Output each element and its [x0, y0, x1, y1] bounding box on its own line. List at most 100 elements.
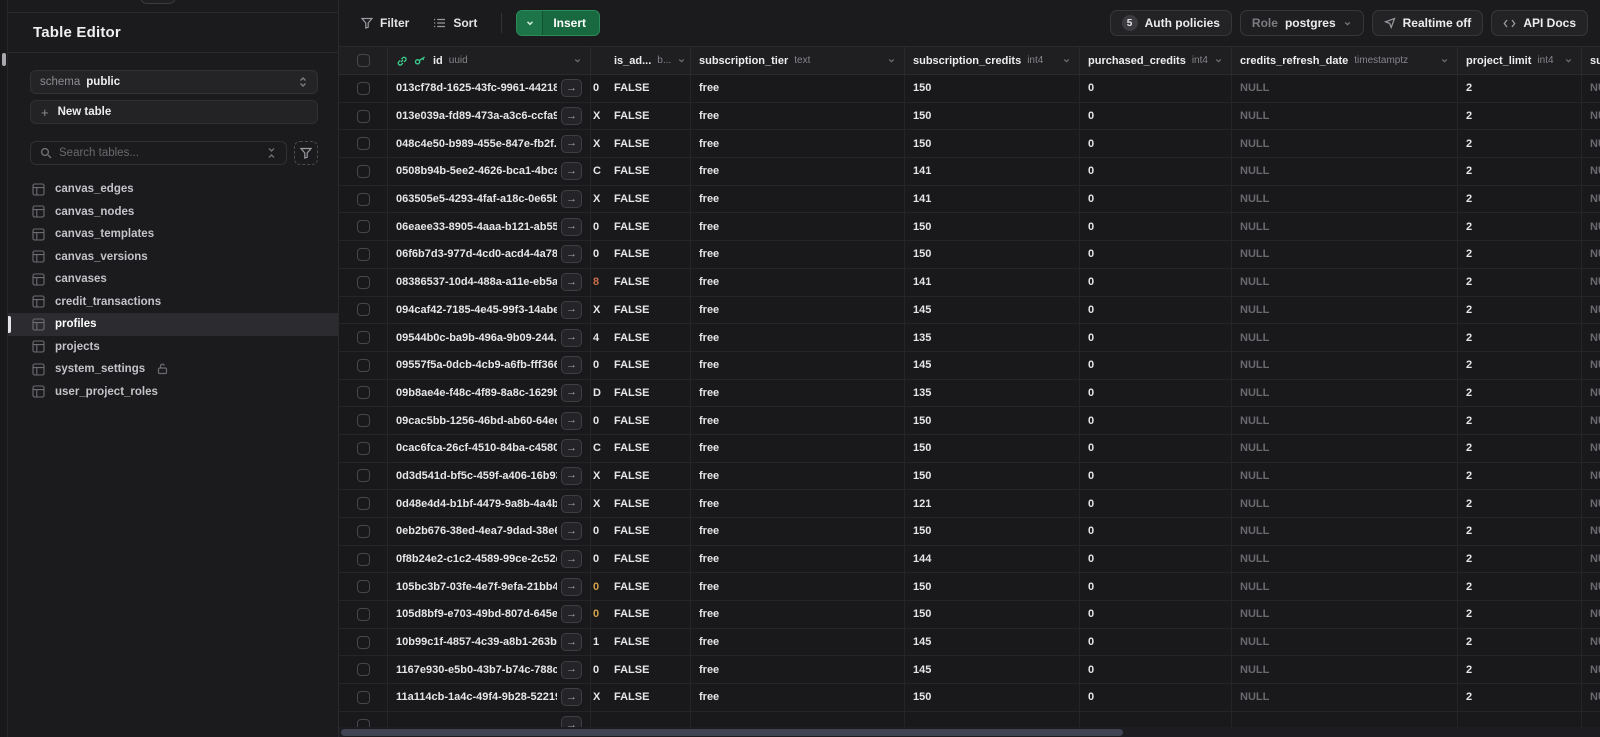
is-admin-cell[interactable]: FALSE [606, 379, 691, 407]
project-limit-cell[interactable]: 2 [1458, 268, 1582, 296]
expand-row-button[interactable]: → [561, 300, 582, 319]
purchased-credits-cell[interactable]: 0 [1080, 518, 1232, 545]
credits-refresh-date-cell[interactable]: NULL [1232, 628, 1458, 656]
subscription-credits-cell[interactable]: 145 [905, 351, 1080, 379]
clipped-last-cell[interactable]: NULL [1582, 269, 1600, 296]
subscription-credits-cell[interactable]: 135 [905, 379, 1080, 407]
insert-button[interactable]: Insert [516, 10, 601, 36]
is-admin-cell[interactable]: FALSE [606, 434, 691, 462]
expand-row-button[interactable]: → [561, 439, 582, 458]
id-cell[interactable]: 0508b94b-5ee2-4626-bca1-4bca... → [388, 158, 591, 185]
subscription-tier-cell[interactable]: free [691, 351, 905, 379]
clipped-last-cell[interactable]: NULL [1582, 213, 1600, 240]
subscription-credits-cell[interactable]: 150 [905, 407, 1080, 434]
id-cell[interactable]: 105d8bf9-e703-49bd-807d-645e... → [388, 601, 591, 628]
expand-row-button[interactable]: → [561, 494, 582, 513]
purchased-credits-cell[interactable]: 0 [1080, 407, 1232, 434]
filter-button[interactable]: Filter [351, 10, 419, 36]
sort-button[interactable]: Sort [423, 10, 487, 36]
clipped-last-cell[interactable]: NULL [1582, 380, 1600, 407]
id-cell[interactable]: 0d48e4d4-b1bf-4479-9a8b-4a4b... → [388, 490, 591, 517]
sidebar-table-item[interactable]: profiles [8, 313, 338, 336]
purchased-credits-cell[interactable]: 0 [1080, 656, 1232, 684]
is-admin-cell[interactable]: FALSE [606, 213, 691, 241]
realtime-toggle-button[interactable]: Realtime off [1371, 10, 1484, 36]
subscription-tier-cell[interactable]: free [691, 241, 905, 268]
sidebar-table-item[interactable]: system_settings [8, 358, 338, 381]
row-checkbox[interactable] [356, 275, 370, 289]
is-admin-cell[interactable]: FALSE [606, 628, 691, 656]
subscription-tier-cell[interactable]: free [691, 130, 905, 158]
credits-refresh-date-cell[interactable]: NULL [1232, 684, 1458, 711]
subscription-credits-cell[interactable]: 150 [905, 518, 1080, 545]
purchased-credits-cell[interactable]: 0 [1080, 351, 1232, 379]
sidebar-table-item[interactable]: credit_transactions [8, 291, 338, 314]
subscription-credits-cell[interactable]: 141 [905, 185, 1080, 213]
purchased-credits-cell[interactable]: 0 [1080, 296, 1232, 324]
clipped-last-cell[interactable]: NULL [1582, 75, 1600, 102]
credits-refresh-date-cell[interactable]: NULL [1232, 434, 1458, 462]
subscription-credits-cell[interactable]: 150 [905, 75, 1080, 102]
credits-refresh-date-cell[interactable]: NULL [1232, 490, 1458, 517]
subscription-tier-cell[interactable]: free [691, 573, 905, 601]
chevron-down-icon[interactable] [573, 56, 582, 65]
clipped-last-cell[interactable]: NULL [1582, 324, 1600, 351]
project-limit-cell[interactable]: 2 [1458, 102, 1582, 130]
is-admin-cell[interactable]: FALSE [606, 351, 691, 379]
subscription-tier-cell[interactable]: free [691, 545, 905, 573]
subscription-tier-cell[interactable]: free [691, 434, 905, 462]
column-header-credits-refresh-date[interactable]: credits_refresh_date timestamptz [1232, 47, 1458, 74]
api-docs-button[interactable]: API Docs [1491, 10, 1588, 36]
subscription-credits-cell[interactable]: 145 [905, 656, 1080, 684]
purchased-credits-cell[interactable]: 0 [1080, 75, 1232, 102]
clipped-last-cell[interactable]: NULL [1582, 518, 1600, 545]
is-admin-cell[interactable]: FALSE [606, 656, 691, 684]
project-limit-cell[interactable]: 2 [1458, 324, 1582, 351]
subscription-credits-cell[interactable]: 150 [905, 241, 1080, 268]
is-admin-cell[interactable]: FALSE [606, 130, 691, 158]
credits-refresh-date-cell[interactable]: NULL [1232, 601, 1458, 628]
row-checkbox[interactable] [356, 247, 370, 261]
project-limit-cell[interactable]: 2 [1458, 379, 1582, 407]
project-limit-cell[interactable]: 2 [1458, 213, 1582, 241]
row-checkbox[interactable] [356, 109, 370, 123]
purchased-credits-cell[interactable]: 0 [1080, 241, 1232, 268]
row-checkbox[interactable] [356, 607, 370, 621]
chevron-down-icon[interactable] [1564, 56, 1573, 65]
expand-row-button[interactable]: → [561, 245, 582, 264]
is-admin-cell[interactable]: FALSE [606, 601, 691, 628]
project-limit-cell[interactable]: 2 [1458, 490, 1582, 517]
is-admin-cell[interactable]: FALSE [606, 462, 691, 490]
select-all-checkbox[interactable] [356, 54, 370, 67]
sidebar-table-item[interactable]: canvas_nodes [8, 201, 338, 224]
clipped-last-cell[interactable]: NULL [1582, 629, 1600, 656]
subscription-tier-cell[interactable]: free [691, 102, 905, 130]
credits-refresh-date-cell[interactable]: NULL [1232, 130, 1458, 158]
clipped-last-cell[interactable]: NULL [1582, 546, 1600, 573]
id-cell[interactable]: 048c4e50-b989-455e-847e-fb2f... → [388, 130, 591, 158]
purchased-credits-cell[interactable]: 0 [1080, 324, 1232, 351]
column-header-subscription-clipped[interactable]: su [1582, 47, 1600, 74]
is-admin-cell[interactable]: FALSE [606, 573, 691, 601]
purchased-credits-cell[interactable]: 0 [1080, 573, 1232, 601]
subscription-tier-cell[interactable]: free [691, 628, 905, 656]
id-cell[interactable]: 09557f5a-0dcb-4cb9-a6fb-fff366... → [388, 351, 591, 379]
project-limit-cell[interactable]: 2 [1458, 518, 1582, 545]
id-cell[interactable]: 0d3d541d-bf5c-459f-a406-16b93... → [388, 462, 591, 490]
sidebar-table-item[interactable]: projects [8, 336, 338, 359]
project-limit-cell[interactable]: 2 [1458, 185, 1582, 213]
chevron-down-icon[interactable] [1214, 56, 1223, 65]
project-limit-cell[interactable]: 2 [1458, 684, 1582, 711]
id-cell[interactable]: 10b99c1f-4857-4c39-a8b1-263b8... → [388, 628, 591, 656]
id-cell[interactable]: 105bc3b7-03fe-4e7f-9efa-21bb40... → [388, 573, 591, 601]
row-checkbox[interactable] [356, 220, 370, 234]
chevron-down-icon[interactable] [1440, 56, 1449, 65]
subscription-tier-cell[interactable]: free [691, 379, 905, 407]
is-admin-cell[interactable]: FALSE [606, 490, 691, 517]
project-limit-cell[interactable]: 2 [1458, 351, 1582, 379]
clipped-last-cell[interactable]: NULL [1582, 490, 1600, 517]
id-cell[interactable]: 094caf42-7185-4e45-99f3-14abee... → [388, 296, 591, 324]
column-header-purchased-credits[interactable]: purchased_credits int4 [1080, 47, 1232, 74]
purchased-credits-cell[interactable]: 0 [1080, 158, 1232, 185]
column-header-subscription-credits[interactable]: subscription_credits int4 [905, 47, 1080, 74]
